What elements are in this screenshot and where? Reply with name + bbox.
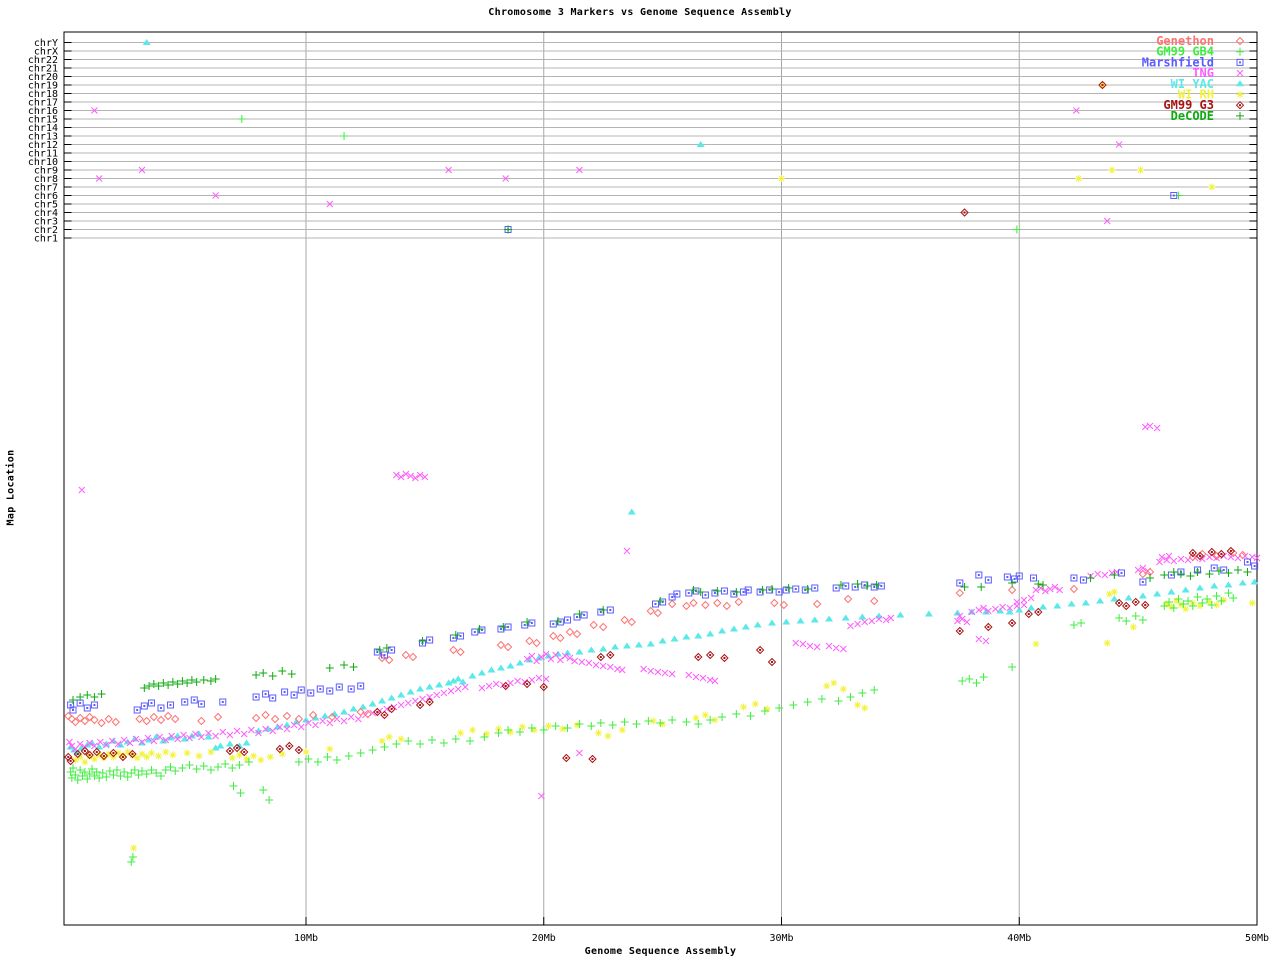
legend-glyph-fill-wi_yac <box>1236 80 1244 86</box>
series-gm99_g3 <box>65 82 1235 765</box>
legend-symbol-wi_rh <box>1237 91 1244 98</box>
legend-glyph-gm99_gb4 <box>1236 48 1244 56</box>
legend-glyph-wi_rh <box>1237 91 1244 98</box>
legend-symbol-wi_yac <box>1236 80 1244 86</box>
legend-symbol-marshfield <box>1237 59 1243 65</box>
legend-glyph-genethon <box>1237 38 1244 45</box>
marker-path-marshfield <box>68 193 1258 714</box>
series-wi_rh <box>72 82 1256 852</box>
marker-path-wi_rh <box>72 82 1256 852</box>
x-tick-label: 20Mb <box>532 933 556 944</box>
x-tick-label: 40Mb <box>1007 933 1031 944</box>
chrom-label: chr1 <box>34 234 58 245</box>
marker-fill-gm99_g3 <box>67 84 1232 762</box>
scatter-plot-svg: 10Mb20Mb30Mb40Mb50MbchrYchrXchr22chr21ch… <box>0 0 1280 960</box>
series-wi_yac <box>67 39 1259 756</box>
marker-path-gm99_g3 <box>65 82 1235 765</box>
chart-page: Chromosome 3 Markers vs Genome Sequence … <box>0 0 1280 960</box>
legend-glyph-tng <box>1237 70 1243 76</box>
marker-fill-wi_yac <box>67 39 1259 756</box>
legend-glyph-fill-gm99_g3 <box>1239 104 1241 106</box>
series-tng <box>66 108 1260 800</box>
marker-path-genethon <box>65 550 1246 727</box>
marker-path-tng <box>66 108 1260 800</box>
marker-fill-marshfield <box>70 195 1256 712</box>
series-marshfield <box>68 193 1258 714</box>
x-tick-label: 50Mb <box>1245 933 1269 944</box>
legend-glyph-fill-marshfield <box>1239 61 1241 63</box>
x-tick-label: 10Mb <box>294 933 318 944</box>
series-genethon <box>65 550 1246 727</box>
legend-symbol-gm99_gb4 <box>1236 48 1244 56</box>
plot-border <box>64 32 1257 925</box>
marker-path-decode <box>69 226 1251 705</box>
legend-symbol-tng <box>1237 70 1243 76</box>
legend-symbol-genethon <box>1237 38 1244 45</box>
legend-label-decode: DeCODE <box>1171 109 1214 123</box>
series-decode <box>69 226 1251 705</box>
legend-symbol-gm99_g3 <box>1237 102 1244 109</box>
x-tick-label: 30Mb <box>769 933 793 944</box>
